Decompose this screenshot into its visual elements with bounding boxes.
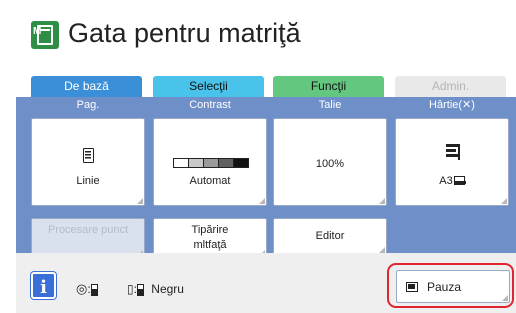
drum-level-icon <box>90 283 98 296</box>
size-header: Talie <box>318 99 342 111</box>
ink-color: Negru <box>151 282 184 296</box>
tab-selections[interactable]: Selecţii <box>153 76 264 97</box>
page-title: Gata pentru matriţă <box>68 18 301 48</box>
paper-setting-button[interactable]: A3 <box>395 118 509 206</box>
contrast-header: Contrast <box>189 99 231 111</box>
title-bar: M Gata pentru matriţă <box>0 0 516 62</box>
ink-cartridge-icon: ▯ <box>127 282 134 296</box>
screen: M Gata pentru matriţă De bază Selecţii F… <box>0 0 516 313</box>
pause-button[interactable]: Pauza <box>396 270 510 303</box>
ink-status: ▯: Negru <box>127 282 184 296</box>
size-setting-button[interactable]: 100% <box>273 118 387 206</box>
paper-value: A3 <box>439 175 453 187</box>
info-button[interactable]: i <box>31 272 56 299</box>
paper-orientation-icon <box>453 175 466 185</box>
tab-admin: Admin. <box>395 76 506 97</box>
tab-functions[interactable]: Funcţii <box>273 76 384 97</box>
ink-level-icon <box>136 283 144 296</box>
drum-status: ◎: <box>76 282 98 296</box>
editor-button[interactable]: Editor <box>273 218 387 255</box>
contrast-setting-button[interactable]: Automat <box>153 118 267 206</box>
pages-setting-button[interactable]: Linie <box>31 118 145 206</box>
pages-value: Linie <box>76 175 100 187</box>
pause-icon <box>406 282 418 292</box>
pages-header: Pag. <box>76 99 100 111</box>
dot-processing-button: Procesare punct <box>31 218 145 258</box>
master-ready-icon: M <box>31 21 59 49</box>
size-value: 100% <box>315 158 345 170</box>
tab-basic[interactable]: De bază <box>31 76 142 97</box>
drum-icon: ◎ <box>76 281 88 296</box>
paper-feed-icon <box>446 144 460 160</box>
contrast-value: Automat <box>189 175 231 187</box>
page-text-icon <box>83 148 94 163</box>
contrast-scale-icon <box>173 158 249 168</box>
paper-header: Hârtie(✕) <box>429 99 475 111</box>
multi-up-print-button[interactable]: Tipărire mltfaţă <box>153 218 267 258</box>
